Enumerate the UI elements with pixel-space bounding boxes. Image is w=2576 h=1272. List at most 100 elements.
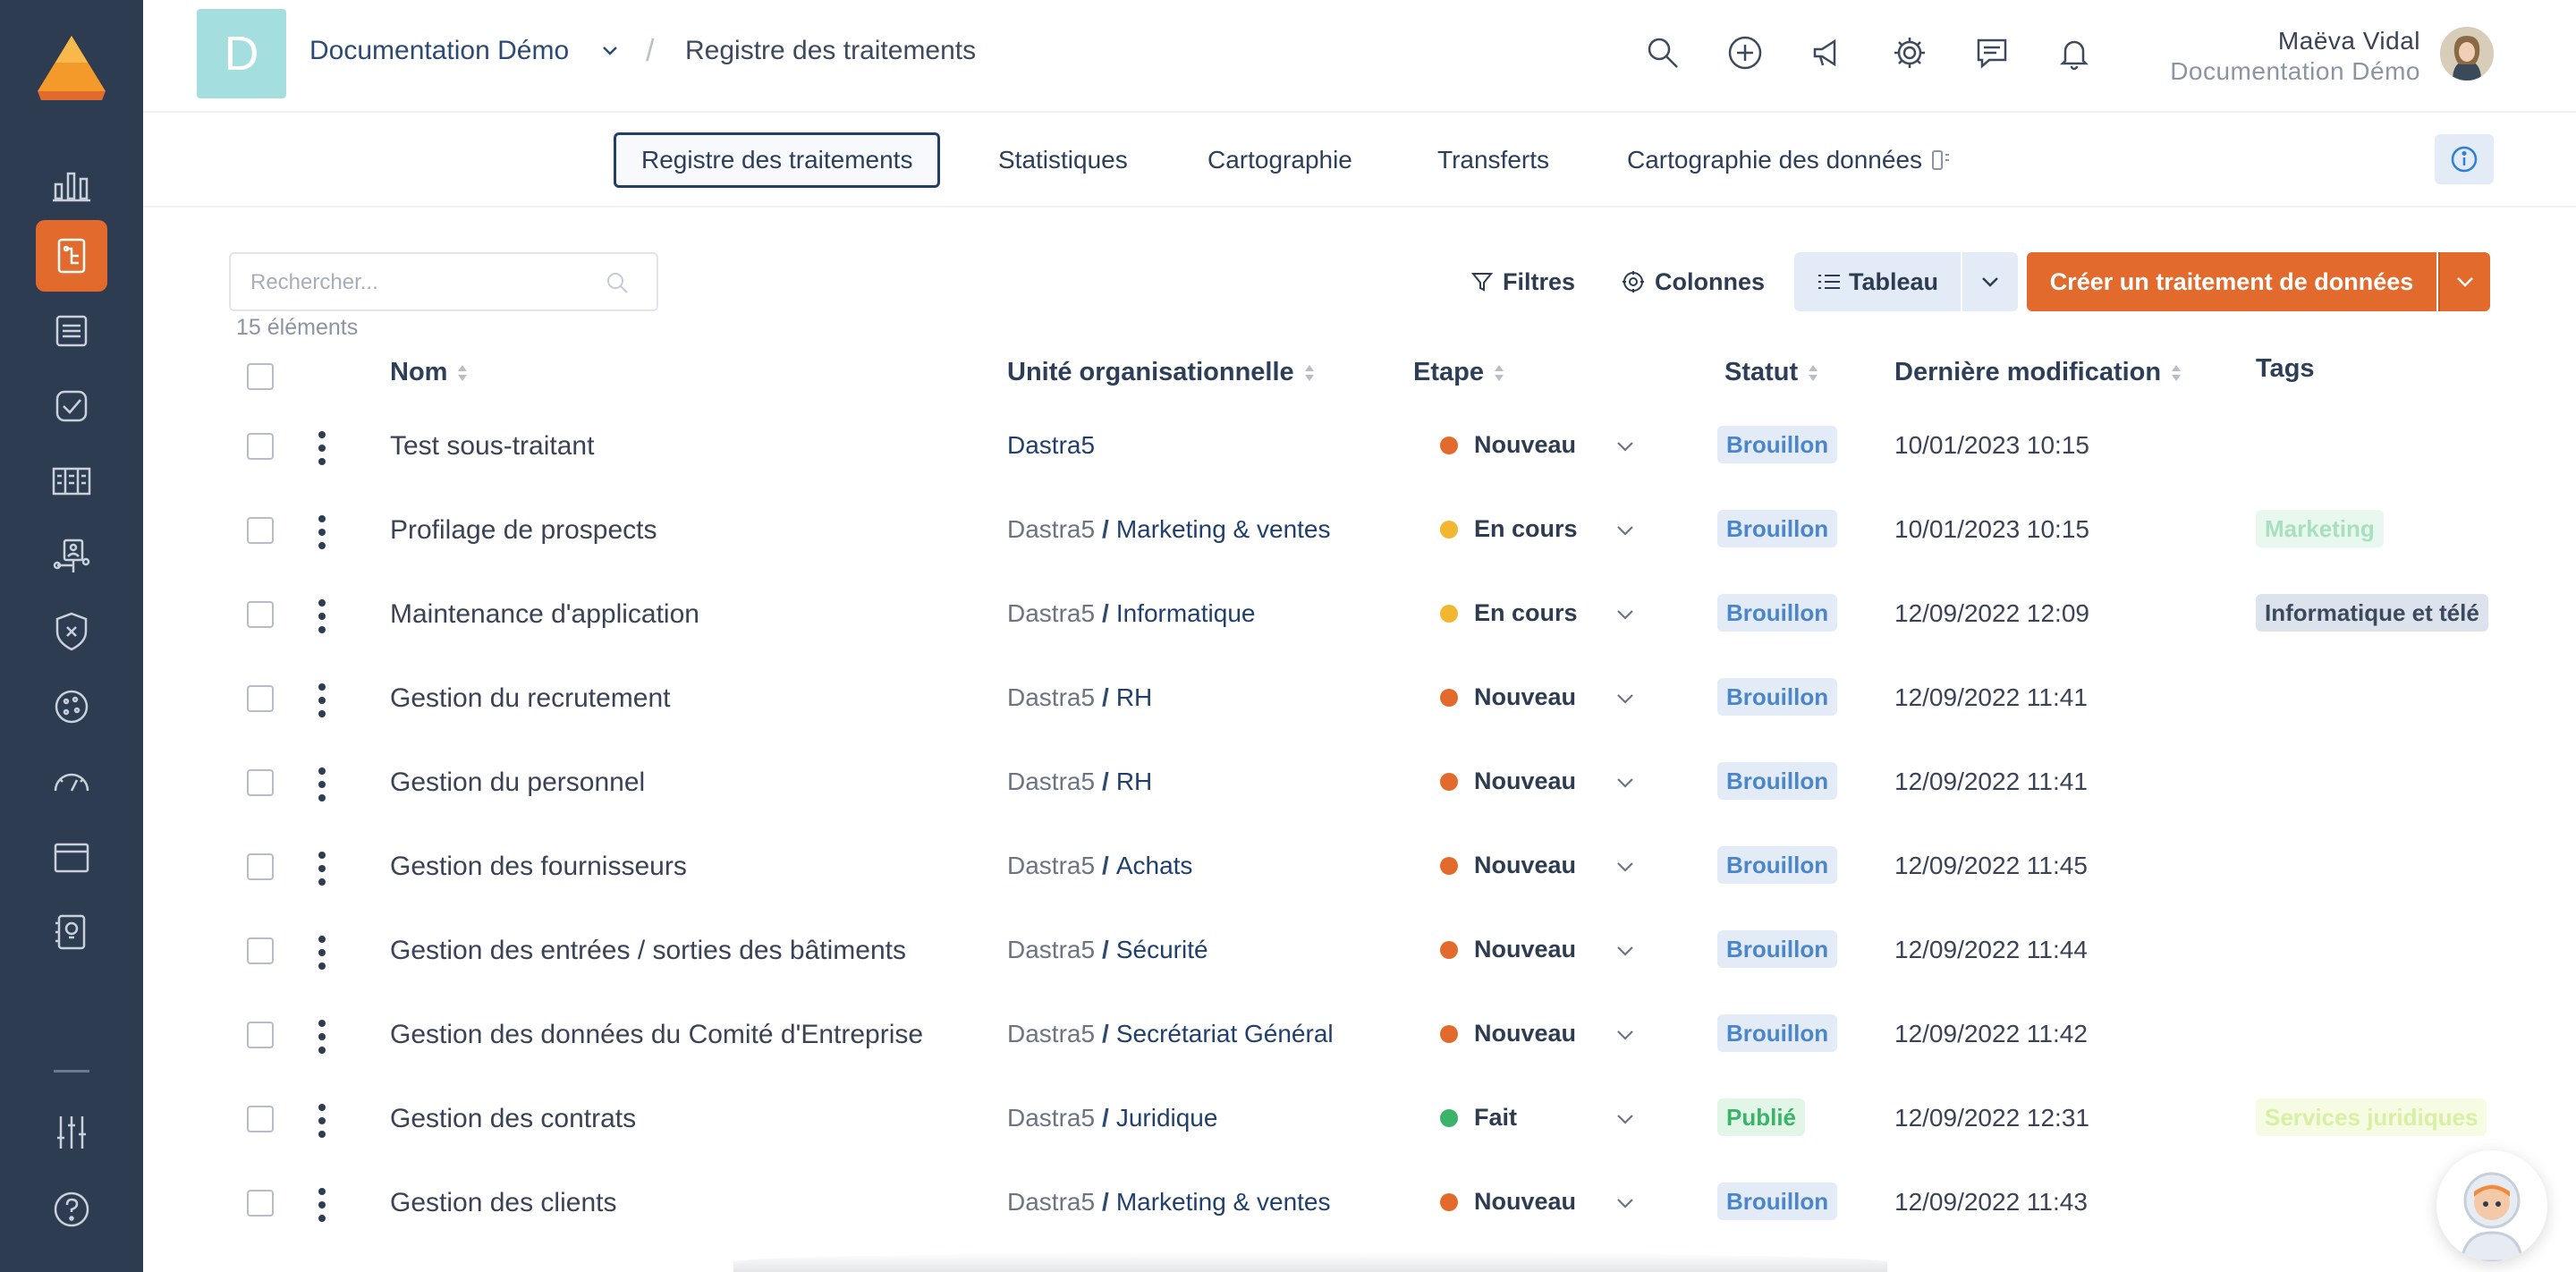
chevron-down-icon[interactable] xyxy=(1615,440,1635,453)
row-unit[interactable]: Dastra5/Marketing & ventes xyxy=(1007,1188,1331,1217)
add-button[interactable] xyxy=(1724,32,1766,73)
column-header-step[interactable]: Etape xyxy=(1413,358,1505,387)
notifications-button[interactable] xyxy=(2054,32,2095,73)
search-button[interactable] xyxy=(1642,32,1683,73)
row-checkbox[interactable] xyxy=(247,433,274,460)
more-options-icon[interactable] xyxy=(313,1184,331,1225)
sidebar-item-folder[interactable] xyxy=(36,821,107,893)
tab-registre[interactable]: Registre des traitements xyxy=(614,132,941,188)
columns-button[interactable]: Colonnes xyxy=(1621,252,1765,311)
row-name[interactable]: Gestion des fournisseurs xyxy=(390,852,687,882)
sidebar-item-register[interactable] xyxy=(36,220,107,292)
row-step[interactable]: Nouveau xyxy=(1440,431,1576,459)
sidebar-item-organization[interactable] xyxy=(36,521,107,592)
table-row[interactable]: Gestion des fournisseurs Dastra5/Achats No… xyxy=(143,827,2576,911)
chevron-down-icon[interactable] xyxy=(1615,608,1635,621)
more-options-icon[interactable] xyxy=(313,1100,331,1141)
chevron-down-icon[interactable] xyxy=(1615,776,1635,789)
settings-button[interactable] xyxy=(1889,32,1930,73)
tab-cartographie[interactable]: Cartographie xyxy=(1208,132,1352,188)
row-step[interactable]: Nouveau xyxy=(1440,852,1576,879)
row-name[interactable]: Maintenance d'application xyxy=(390,599,699,630)
sidebar-item-cookies[interactable] xyxy=(36,671,107,742)
filters-button[interactable]: Filtres xyxy=(1470,252,1575,311)
row-checkbox[interactable] xyxy=(247,853,274,880)
more-options-icon[interactable] xyxy=(313,1016,331,1057)
chevron-down-icon[interactable] xyxy=(1615,1029,1635,1041)
org-avatar[interactable]: D xyxy=(197,9,286,98)
create-options-dropdown[interactable] xyxy=(2438,252,2490,311)
row-unit[interactable]: Dastra5/Achats xyxy=(1007,852,1192,880)
row-unit[interactable]: Dastra5/Secrétariat Général xyxy=(1007,1020,1334,1048)
tag-badge[interactable]: Informatique et télé xyxy=(2256,594,2488,632)
row-step[interactable]: Nouveau xyxy=(1440,936,1576,963)
search-field[interactable] xyxy=(229,252,658,311)
row-unit[interactable]: Dastra5/Informatique xyxy=(1007,599,1255,628)
row-name[interactable]: Gestion des entrées / sorties des bâtime… xyxy=(390,936,906,966)
table-row[interactable]: Maintenance d'application Dastra5/Informa… xyxy=(143,574,2576,658)
row-name[interactable]: Gestion des clients xyxy=(390,1188,616,1218)
row-unit[interactable]: Dastra5/RH xyxy=(1007,683,1152,712)
sidebar-item-security[interactable] xyxy=(36,596,107,667)
column-header-unit[interactable]: Unité organisationnelle xyxy=(1007,358,1316,387)
row-step[interactable]: Nouveau xyxy=(1440,767,1576,795)
table-row[interactable]: Gestion du personnel Dastra5/RH Nouveau Bro… xyxy=(143,742,2576,827)
user-avatar[interactable] xyxy=(2440,27,2494,81)
user-name[interactable]: Maëva Vidal xyxy=(2278,27,2420,55)
row-step[interactable]: Nouveau xyxy=(1440,683,1576,711)
support-chat-button[interactable] xyxy=(2436,1150,2547,1261)
row-step[interactable]: Fait xyxy=(1440,1104,1517,1132)
table-row[interactable]: Gestion des contrats Dastra5/Juridique Fai… xyxy=(143,1079,2576,1163)
row-unit[interactable]: Dastra5/Sécurité xyxy=(1007,936,1208,964)
create-processing-button[interactable]: Créer un traitement de données xyxy=(2027,252,2436,311)
chevron-down-icon[interactable] xyxy=(1615,1113,1635,1125)
row-step[interactable]: Nouveau xyxy=(1440,1020,1576,1047)
sidebar-item-ideas[interactable] xyxy=(36,896,107,968)
row-checkbox[interactable] xyxy=(247,1106,274,1132)
column-header-modified[interactable]: Dernière modification xyxy=(1894,358,2182,387)
chevron-down-icon[interactable] xyxy=(1615,861,1635,873)
sidebar-item-checklist[interactable] xyxy=(36,370,107,442)
chevron-down-icon[interactable] xyxy=(601,45,619,57)
row-checkbox[interactable] xyxy=(247,937,274,964)
more-options-icon[interactable] xyxy=(313,596,331,637)
table-row[interactable]: Profilage de prospects Dastra5/Marketing … xyxy=(143,490,2576,574)
more-options-icon[interactable] xyxy=(313,680,331,721)
more-options-icon[interactable] xyxy=(313,428,331,469)
column-header-name[interactable]: Nom xyxy=(390,358,469,387)
table-row[interactable]: Gestion des entrées / sorties des bâtime… xyxy=(143,911,2576,995)
row-checkbox[interactable] xyxy=(247,601,274,628)
sidebar-item-help[interactable] xyxy=(36,1174,107,1245)
more-options-icon[interactable] xyxy=(313,848,331,889)
chevron-down-icon[interactable] xyxy=(1615,524,1635,537)
table-row[interactable]: Gestion des clients Dastra5/Marketing & v… xyxy=(143,1163,2576,1247)
row-name[interactable]: Gestion du personnel xyxy=(390,767,645,798)
row-step[interactable]: En cours xyxy=(1440,515,1578,543)
sidebar-item-gauge[interactable] xyxy=(36,746,107,818)
more-options-icon[interactable] xyxy=(313,932,331,973)
sidebar-item-catalog[interactable] xyxy=(36,445,107,517)
more-options-icon[interactable] xyxy=(313,512,331,553)
view-mode-dropdown[interactable] xyxy=(1962,252,2018,311)
row-checkbox[interactable] xyxy=(247,1190,274,1217)
org-switcher[interactable]: Documentation Démo xyxy=(309,36,569,66)
chevron-down-icon[interactable] xyxy=(1615,692,1635,705)
info-button[interactable] xyxy=(2435,134,2494,184)
table-row[interactable]: Gestion du recrutement Dastra5/RH Nouveau B… xyxy=(143,658,2576,742)
row-unit[interactable]: Dastra5/Marketing & ventes xyxy=(1007,515,1331,544)
row-unit[interactable]: Dastra5 xyxy=(1007,431,1095,460)
app-logo[interactable] xyxy=(32,32,111,104)
tab-cartographie-donnees[interactable]: Cartographie des données xyxy=(1627,132,1953,188)
messages-button[interactable] xyxy=(1971,32,2012,73)
chevron-down-icon[interactable] xyxy=(1615,1197,1635,1209)
row-name[interactable]: Gestion des contrats xyxy=(390,1104,636,1134)
row-unit[interactable]: Dastra5/RH xyxy=(1007,767,1152,796)
row-checkbox[interactable] xyxy=(247,1022,274,1048)
search-input[interactable] xyxy=(250,267,590,299)
row-name[interactable]: Gestion des données du Comité d'Entrepri… xyxy=(390,1020,923,1050)
tag-badge[interactable]: Marketing xyxy=(2256,510,2384,547)
sidebar-item-dashboard[interactable] xyxy=(36,148,107,220)
row-checkbox[interactable] xyxy=(247,769,274,796)
announcements-button[interactable] xyxy=(1807,32,1848,73)
column-header-status[interactable]: Statut xyxy=(1724,358,1819,387)
